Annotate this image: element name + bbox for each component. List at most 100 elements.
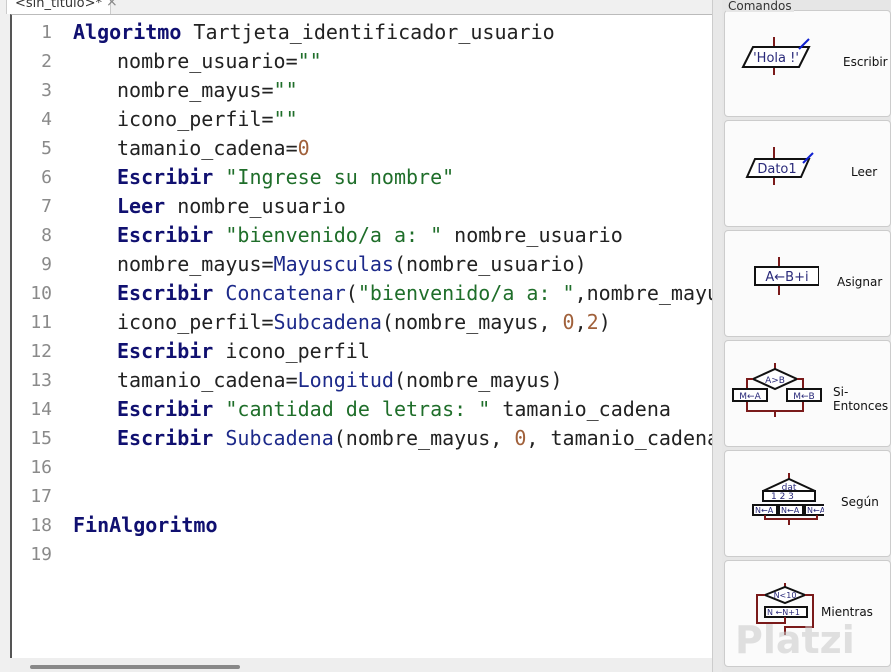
svg-text:M←A: M←A [739,392,761,402]
line-number: 7 [41,196,52,217]
keyword: FinAlgoritmo [73,513,218,537]
code-text: Tartjeta_identificador_usuario [181,20,555,44]
number-literal: 2 [586,310,599,334]
line-code: Algoritmo Tartjeta_identificador_usuario [73,18,555,47]
code-line[interactable]: 15 Escribir Subcadena(nombre_mayus, 0, ta… [12,424,712,453]
line-code: icono_perfil="" [117,105,298,134]
line-code: Leer nombre_usuario [117,192,346,221]
command-label: Mientras [821,605,873,619]
code-line[interactable]: 16 [12,453,712,482]
code-line[interactable]: 1 Algoritmo Tartjeta_identificador_usuari… [12,18,712,47]
code-line[interactable]: 6 Escribir "Ingrese su nombre" [12,163,712,192]
line-number: 5 [41,138,52,159]
number-literal: 0 [562,310,575,334]
line-number: 6 [41,167,52,188]
string-literal: "" [297,49,322,73]
string-literal: "" [273,78,298,102]
line-number: 19 [30,544,52,565]
line-number: 9 [41,254,52,275]
scrollbar-thumb[interactable] [30,665,240,669]
line-code: Escribir "bienvenido/a a: " nombre_usuar… [117,221,623,250]
tab-sin-titulo[interactable]: <sin_titulo>* [6,0,112,14]
keyword: Escribir [117,426,214,450]
code-editor[interactable]: 1 Algoritmo Tartjeta_identificador_usuari… [10,14,712,658]
function-name: Subcadena [273,310,382,334]
svg-text:N<10: N<10 [774,591,797,600]
code-text: nombre_usuario [442,223,623,247]
code-text: icono_perfil= [117,310,274,334]
command-si-entonces[interactable]: A>B M←A M←B Si-Entonces [724,340,891,447]
command-label: Escribir [843,55,888,69]
panel-title: Comandos [726,0,794,13]
keyword: Escribir [117,397,214,421]
svg-text:A←B+i: A←B+i [765,270,808,285]
svg-text:A>B: A>B [765,376,785,386]
command-leer[interactable]: Dato1 Leer [724,120,891,227]
code-text: ( [345,281,358,305]
tab-bar: <sin_titulo>* × [0,0,720,14]
line-number: 14 [30,399,52,420]
line-number: 3 [41,80,52,101]
svg-text:Dato1: Dato1 [757,162,796,177]
code-text: tamanio_cadena= [117,368,298,392]
code-line[interactable]: 5 tamanio_cadena=0 [12,134,712,163]
code-line[interactable]: 13 tamanio_cadena=Longitud(nombre_mayus) [12,366,712,395]
code-text: ) [598,310,611,334]
code-line[interactable]: 14 Escribir "cantidad de letras: " tamani… [12,395,712,424]
code-line[interactable]: 4 icono_perfil="" [12,105,712,134]
platzi-watermark: Platzi [735,618,855,662]
code-text: nombre_mayus= [117,78,274,102]
command-escribir[interactable]: 'Hola !' Escribir [724,10,891,117]
keyword: Escribir [117,165,214,189]
svg-text:N←A: N←A [781,506,800,515]
command-segun[interactable]: dat 1 2 3 N←A N←A N←A Según [724,450,891,557]
line-code: Escribir icono_perfil [117,337,370,366]
code-text: icono_perfil= [117,107,274,131]
code-line[interactable]: 11 icono_perfil=Subcadena(nombre_mayus, 0… [12,308,712,337]
line-code: icono_perfil=Subcadena(nombre_mayus, 0,2… [117,308,611,337]
commands-panel: Comandos 'Hola !' Escribir Dato1 Leer A←B+i A… [722,0,891,672]
code-text: (nombre_mayus, [381,310,563,334]
code-line[interactable]: 12 Escribir icono_perfil [12,337,712,366]
number-literal: 0 [514,426,527,450]
code-text: nombre_usuario [165,194,346,218]
line-number: 1 [41,22,52,43]
svg-text:'Hola !': 'Hola !' [753,51,799,66]
code-line[interactable]: 8 Escribir "bienvenido/a a: " nombre_usua… [12,221,712,250]
line-code: nombre_mayus="" [117,76,298,105]
code-line[interactable]: 18 FinAlgoritmo [12,511,712,540]
keyword: Escribir [117,281,214,305]
code-line[interactable]: 9 nombre_mayus=Mayusculas(nombre_usuario) [12,250,712,279]
svg-text:N←A: N←A [807,506,824,515]
svg-text:N ←N+1: N ←N+1 [767,608,800,617]
code-text: tamanio_cadena= [117,136,298,160]
line-code: Escribir Concatenar("bienvenido/a a: ",n… [117,279,712,308]
horizontal-scrollbar[interactable] [10,658,712,672]
close-tab-icon[interactable]: × [106,0,118,10]
command-label: Si-Entonces [833,385,889,413]
code-line[interactable]: 17 [12,482,712,511]
command-asignar[interactable]: A←B+i Asignar [724,230,891,337]
line-code: Escribir Subcadena(nombre_mayus, 0, tama… [117,424,712,453]
svg-text:M←B: M←B [793,392,814,402]
line-number: 16 [30,457,52,478]
code-text: (nombre_usuario) [393,252,587,276]
code-line[interactable]: 19 [12,540,712,569]
panel-splitter[interactable] [712,0,722,672]
code-text: , [574,310,587,334]
code-line[interactable]: 7 Leer nombre_usuario [12,192,712,221]
line-number: 11 [30,312,52,333]
code-line[interactable]: 10 Escribir Concatenar("bienvenido/a a: "… [12,279,712,308]
line-code: nombre_mayus=Mayusculas(nombre_usuario) [117,250,587,279]
code-line[interactable]: 2 nombre_usuario="" [12,47,712,76]
command-label: Según [841,495,879,509]
code-line[interactable]: 3 nombre_mayus="" [12,76,712,105]
function-name: Longitud [297,368,394,392]
number-literal: 0 [297,136,310,160]
line-code: nombre_usuario="" [117,47,322,76]
